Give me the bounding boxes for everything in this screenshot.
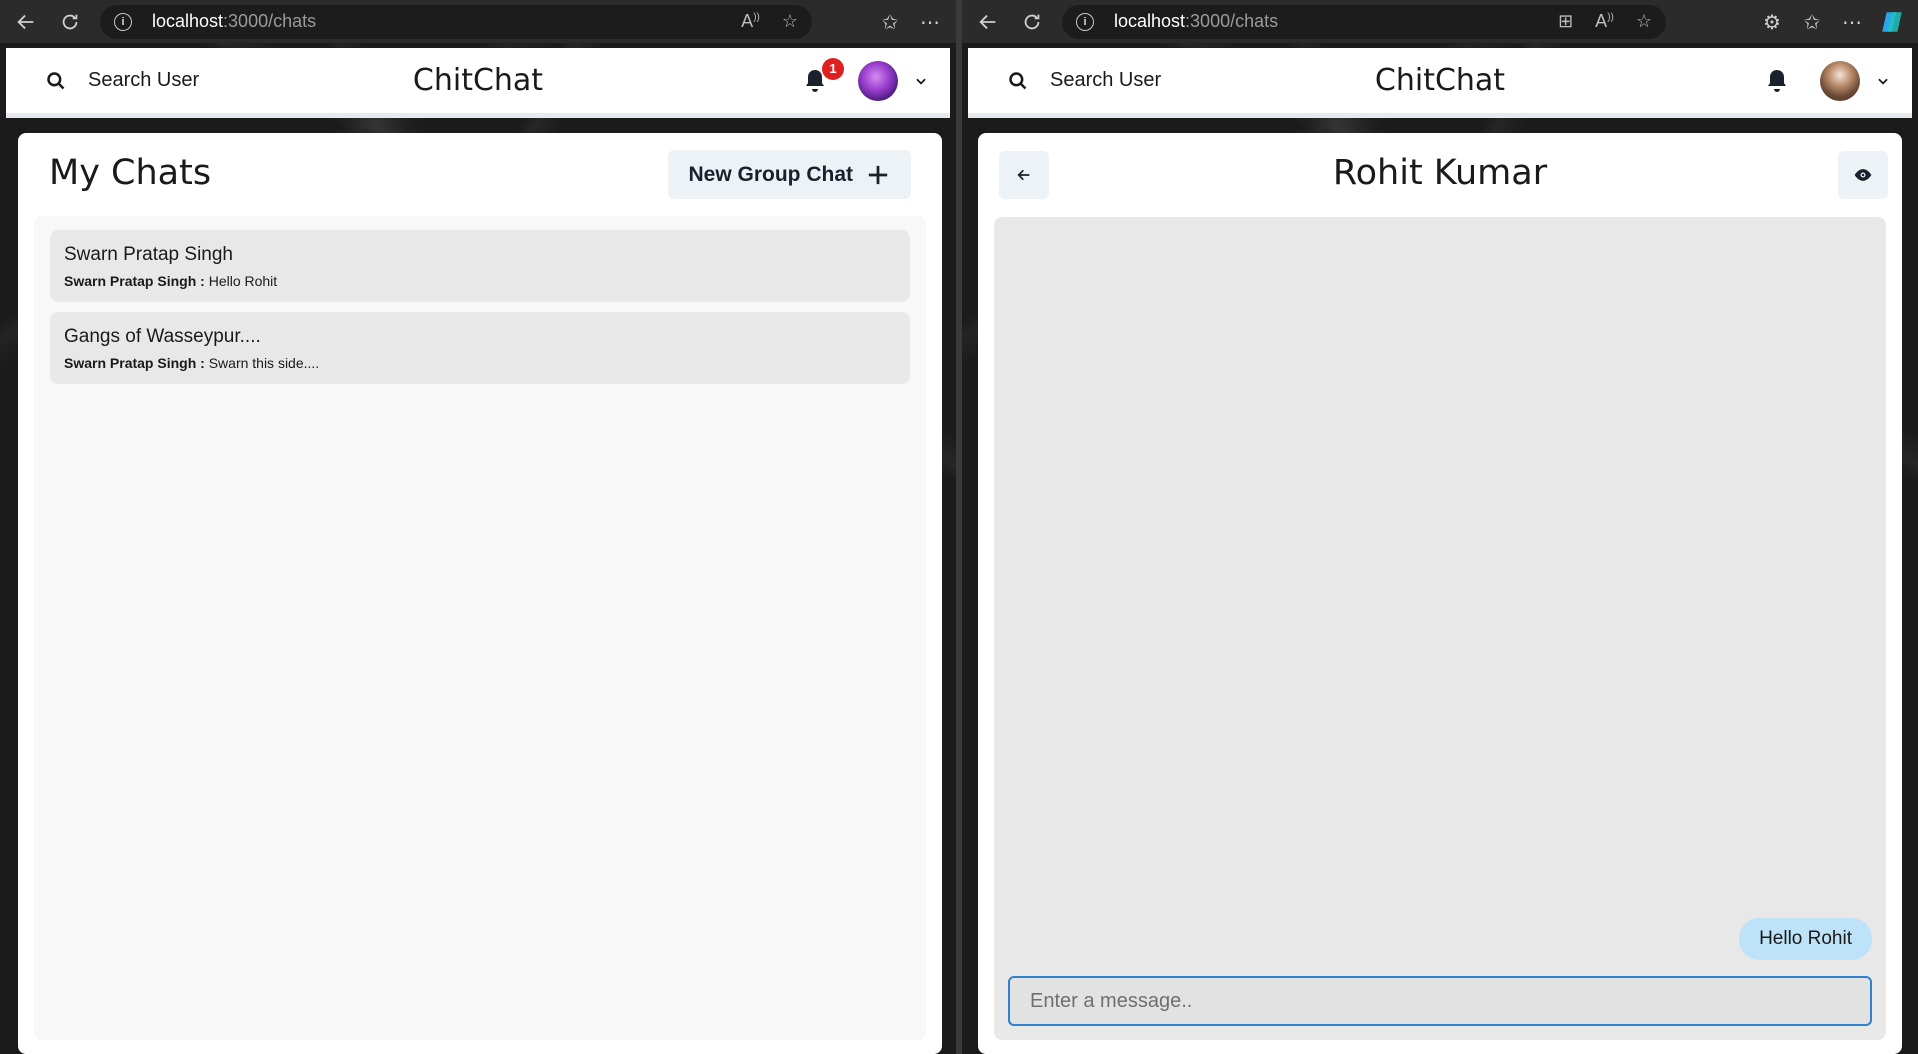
chat-name: Gangs of Wasseypur.... [64,326,261,347]
chat-list: Swarn Pratap Singh Swarn Pratap Singh : … [34,216,926,1040]
browser-toolbar: i localhost:3000/chats A)) ☆ ✩ ⋯ [0,0,956,43]
search-user-button[interactable]: Search User [6,51,233,111]
info-icon[interactable]: i [1076,12,1094,31]
my-chats-panel: My Chats New Group Chat Swarn Pratap Sin… [18,133,942,1054]
avatar[interactable] [858,60,898,101]
avatar[interactable] [1820,60,1860,101]
messages-area: Hello Rohit [994,217,1886,1040]
app-header: Search User ChitChat 1 [6,48,950,118]
address-host: localhost [152,11,224,31]
message-bubble: Hello Rohit [1739,918,1872,960]
chat-back-button[interactable] [999,151,1049,199]
reload-icon[interactable] [52,4,88,40]
address-path: :3000/chats [1185,11,1279,31]
favorites-icon[interactable]: ✩ [1794,4,1830,40]
star-icon[interactable]: ☆ [782,11,798,32]
browser-window-left: i localhost:3000/chats A)) ☆ ✩ ⋯ Search … [0,0,956,1054]
app-icon[interactable]: ⊞ [1558,11,1573,32]
address-path: :3000/chats [223,11,317,31]
info-icon[interactable]: i [114,12,132,31]
chat-latest-sender: Swarn Pratap Singh : [64,355,205,371]
back-arrow-icon[interactable] [970,4,1006,40]
browser-toolbar: i localhost:3000/chats ⊞ A)) ☆ ⚙ ✩ ⋯ [962,0,1918,43]
chat-latest-sender: Swarn Pratap Singh : [64,273,205,289]
new-group-chat-button[interactable]: New Group Chat [668,150,911,199]
notification-button[interactable]: 1 [800,57,844,96]
address-host: localhost [1114,11,1186,31]
chat-latest-message: Swarn Pratap Singh : Hello Rohit [64,273,896,289]
extensions-icon[interactable]: ⚙ [1754,4,1790,40]
more-menu-icon[interactable]: ⋯ [1834,4,1870,40]
more-menu-icon[interactable]: ⋯ [912,4,948,40]
bell-icon [1768,69,1786,92]
chevron-down-icon[interactable] [914,74,928,88]
new-group-chat-label: New Group Chat [688,162,853,186]
search-icon [1009,71,1027,89]
favorites-icon[interactable]: ✩ [872,4,908,40]
chat-panel: Rohit Kumar Hello Rohit [978,133,1902,1054]
list-item[interactable]: Swarn Pratap Singh Swarn Pratap Singh : … [50,230,910,302]
search-user-label: Search User [88,69,200,91]
chat-latest-message: Swarn Pratap Singh : Swarn this side.... [64,355,896,371]
star-icon[interactable]: ☆ [1636,11,1652,32]
app-header: Search User ChitChat [968,48,1912,118]
arrow-left-icon [1017,169,1030,181]
reload-icon[interactable] [1014,4,1050,40]
read-aloud-icon[interactable]: A)) [1595,11,1614,32]
view-profile-button[interactable] [1838,151,1888,199]
read-aloud-icon[interactable]: A)) [741,11,760,32]
plus-icon [868,165,888,184]
chat-title: Rohit Kumar [1332,153,1548,193]
copilot-icon[interactable] [1874,4,1910,40]
address-bar[interactable]: i localhost:3000/chats A)) ☆ [100,4,812,39]
search-icon [47,71,65,89]
my-chats-title: My Chats [49,153,212,193]
search-user-label: Search User [1050,69,1162,91]
search-user-button[interactable]: Search User [968,51,1195,111]
chevron-down-icon[interactable] [1876,74,1890,88]
back-arrow-icon[interactable] [8,4,44,40]
browser-window-right: i localhost:3000/chats ⊞ A)) ☆ ⚙ ✩ ⋯ Sea… [962,0,1918,1054]
message-input[interactable] [1008,976,1872,1026]
eye-icon [1854,169,1872,181]
address-bar[interactable]: i localhost:3000/chats ⊞ A)) ☆ [1062,4,1666,39]
chat-latest-text: Swarn this side.... [208,355,320,371]
notification-badge: 1 [822,57,844,80]
chat-name: Swarn Pratap Singh [64,244,233,265]
chat-latest-text: Hello Rohit [208,273,278,289]
notification-button[interactable] [1762,66,1792,96]
list-item[interactable]: Gangs of Wasseypur.... Swarn Pratap Sing… [50,312,910,384]
